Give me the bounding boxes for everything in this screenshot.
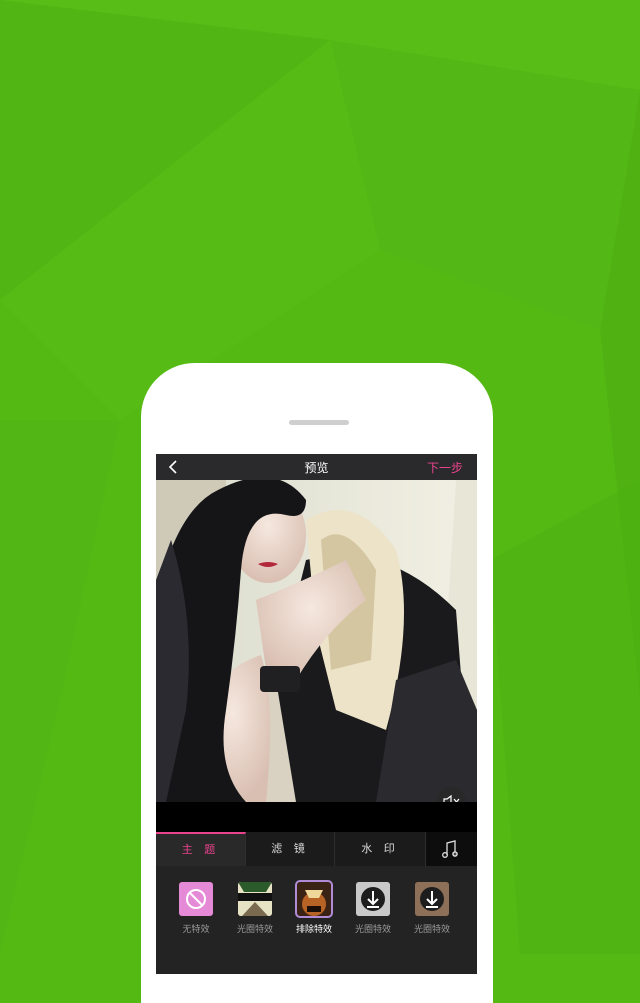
- effect-label: 排除特效: [295, 925, 332, 935]
- preview-photo: [156, 480, 477, 802]
- top-bar: 预览 下一步: [156, 454, 477, 480]
- effect-item-exclude[interactable]: 排除特效: [289, 880, 339, 935]
- app-screen: 预览 下一步 主 题 滤 镜 水 印 无特效 光圈特效 排除特效 光圈特效 光圈…: [156, 454, 477, 974]
- effect-thumbnail: [295, 880, 333, 918]
- phone-speaker: [289, 420, 349, 425]
- effect-label: 光圈特效: [236, 925, 273, 935]
- effect-item-halo-3[interactable]: 光圈特效: [407, 882, 457, 935]
- phone-frame: 预览 下一步 主 题 滤 镜 水 印 无特效 光圈特效 排除特效 光圈特效 光圈…: [141, 363, 493, 1003]
- effect-label: 光圈特效: [413, 925, 450, 935]
- video-preview[interactable]: [156, 480, 477, 802]
- effect-thumbnail: [238, 882, 272, 916]
- effect-item-halo-2[interactable]: 光圈特效: [348, 882, 398, 935]
- next-step-button[interactable]: 下一步: [427, 459, 463, 476]
- speaker-muted-icon: [443, 794, 460, 802]
- tab-filter[interactable]: 滤 镜: [246, 832, 335, 866]
- tab-bar: 主 题 滤 镜 水 印: [156, 832, 477, 866]
- music-note-plus-icon: [442, 840, 458, 858]
- effect-thumbnail: [415, 882, 449, 916]
- effect-label: 无特效: [182, 925, 210, 935]
- effect-item-halo-1[interactable]: 光圈特效: [230, 882, 280, 935]
- preview-spacer: [156, 802, 477, 832]
- add-music-button[interactable]: [426, 832, 477, 866]
- effect-item-none[interactable]: 无特效: [171, 882, 221, 935]
- effect-label: 光圈特效: [354, 925, 391, 935]
- mute-button[interactable]: [436, 787, 466, 802]
- effect-thumbnail: [356, 882, 390, 916]
- prohibited-icon: [179, 882, 213, 916]
- effects-list: 无特效 光圈特效 排除特效 光圈特效 光圈特效: [156, 866, 477, 974]
- tab-theme[interactable]: 主 题: [156, 832, 246, 866]
- tab-watermark[interactable]: 水 印: [335, 832, 426, 866]
